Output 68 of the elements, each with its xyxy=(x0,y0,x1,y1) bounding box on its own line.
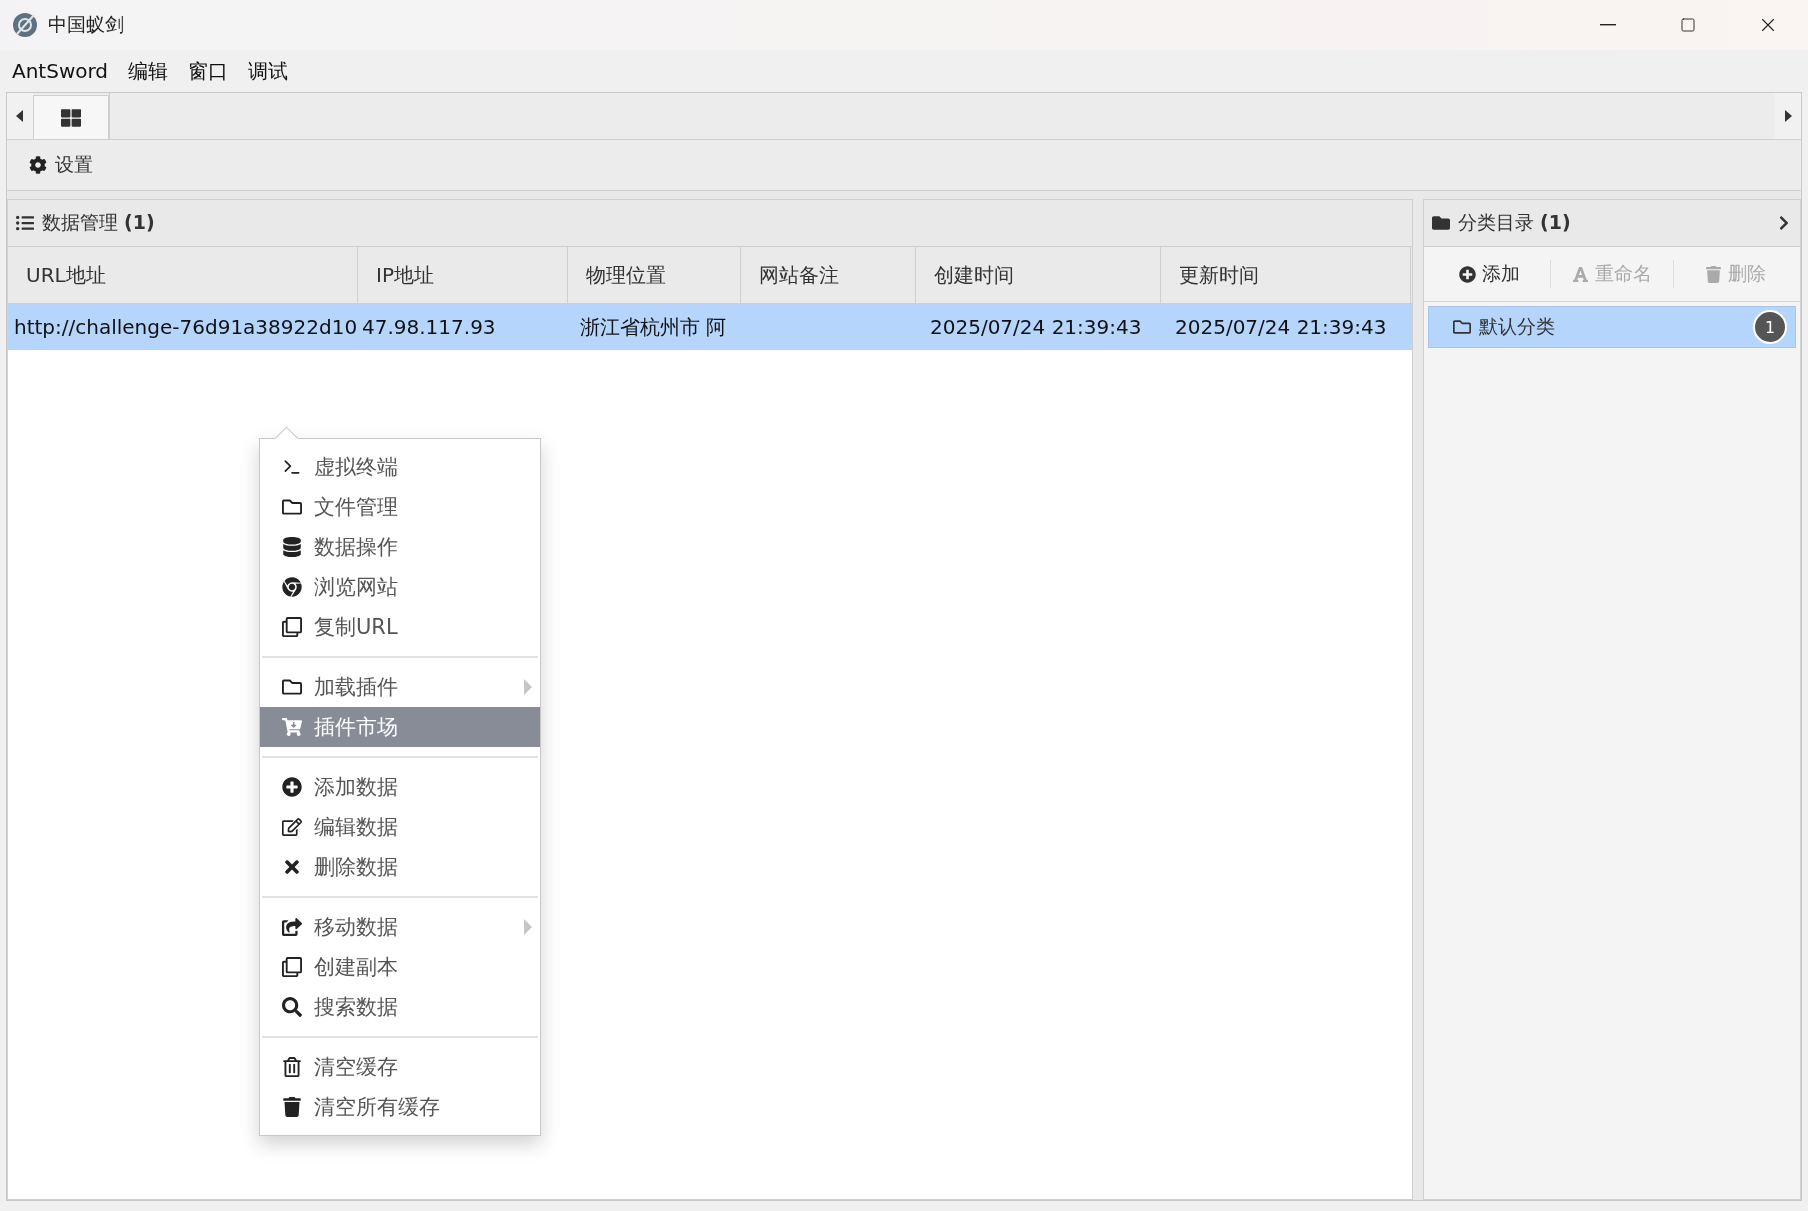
list-icon xyxy=(16,214,34,232)
column-header[interactable]: IP地址 xyxy=(358,247,568,303)
table-cell-text: 2025/07/24 21:39:43 xyxy=(1174,314,1388,341)
table-row[interactable]: http://challenge-76d91a38922d10 47.98.117.93 浙江省杭州市 阿 2025/07/24 21:39:43 2025/07/24 21:39:43 xyxy=(8,304,1412,350)
menu-item[interactable]: 窗口 xyxy=(180,53,237,89)
context-menu-item[interactable]: 清空缓存 xyxy=(260,1047,540,1087)
menu-item-icon xyxy=(282,1097,302,1117)
menu-item-icon xyxy=(282,537,302,557)
minimize-icon xyxy=(1600,24,1616,26)
settings-icon xyxy=(29,156,47,174)
context-menu-item[interactable]: 复制URL xyxy=(260,607,540,647)
scroll-right-button[interactable] xyxy=(1775,93,1801,139)
context-menu-item[interactable]: 文件管理 xyxy=(260,487,540,527)
table-cell-text: 2025/07/24 21:39:43 xyxy=(929,314,1143,341)
left-triangle-icon xyxy=(16,110,24,122)
menu-item-icon xyxy=(282,677,302,697)
category-button[interactable]: 添加 xyxy=(1428,260,1551,288)
menu-item-icon xyxy=(282,777,302,797)
menu-item[interactable]: AntSword xyxy=(4,55,117,87)
count-badge: 1 xyxy=(1753,310,1787,344)
panel-title: 分类目录 (1) xyxy=(1458,210,1572,235)
category-item[interactable]: 默认分类 1 xyxy=(1428,306,1796,348)
folder-icon xyxy=(1453,318,1471,336)
table-cell-text: 47.98.117.93 xyxy=(361,314,497,341)
folder-icon xyxy=(1432,214,1450,232)
menu-item-icon xyxy=(282,717,302,737)
context-menu-item[interactable]: 创建副本 xyxy=(260,947,540,987)
menu-item-icon xyxy=(282,917,302,937)
context-menu-item[interactable]: 添加数据 xyxy=(260,767,540,807)
column-header[interactable]: 创建时间 xyxy=(916,247,1161,303)
menu-item-icon xyxy=(282,857,302,877)
context-menu-item[interactable]: 删除数据 xyxy=(260,847,540,887)
table-cell-text: 浙江省杭州市 阿 xyxy=(579,313,728,341)
menu-item[interactable]: 编辑 xyxy=(120,53,177,89)
table-cell-text: http://challenge-76d91a38922d10 xyxy=(13,314,358,341)
settings-button[interactable]: 设置 xyxy=(25,148,97,182)
right-triangle-icon xyxy=(1784,110,1792,122)
menu-item-icon xyxy=(282,497,302,517)
trash-icon xyxy=(1704,265,1722,283)
grid-tab[interactable] xyxy=(33,95,109,139)
menu-item-icon xyxy=(282,997,302,1017)
menu-item-icon xyxy=(282,1057,302,1077)
category-label: 默认分类 xyxy=(1479,314,1556,339)
app-logo-icon xyxy=(12,12,38,38)
scroll-left-button[interactable] xyxy=(7,93,33,139)
context-menu-item[interactable]: 加载插件 xyxy=(260,667,540,707)
window-title: 中国蚁剑 xyxy=(48,12,125,37)
context-menu-item[interactable]: 清空所有缓存 xyxy=(260,1087,540,1127)
context-menu-item[interactable]: 数据操作 xyxy=(260,527,540,567)
panel-title: 数据管理 (1) xyxy=(42,210,156,235)
column-header[interactable]: 物理位置 xyxy=(568,247,741,303)
menu-item[interactable]: 调试 xyxy=(240,53,297,89)
menu-item-icon xyxy=(282,817,302,837)
column-header[interactable]: URL地址 xyxy=(8,247,358,303)
letter-icon xyxy=(1572,265,1589,283)
column-header[interactable]: 更新时间 xyxy=(1161,247,1411,303)
menu-item-icon xyxy=(282,577,302,597)
menu-item-icon xyxy=(282,617,302,637)
menu-item-icon xyxy=(282,457,302,477)
context-menu-item[interactable]: 移动数据 xyxy=(260,907,540,947)
context-menu-item[interactable]: 虚拟终端 xyxy=(260,447,540,487)
context-menu-item[interactable]: 搜索数据 xyxy=(260,987,540,1027)
column-header[interactable]: 网站备注 xyxy=(741,247,916,303)
context-menu-item[interactable]: 编辑数据 xyxy=(260,807,540,847)
context-menu-item[interactable]: 浏览网站 xyxy=(260,567,540,607)
maximize-icon xyxy=(1680,17,1696,33)
menu-item-icon xyxy=(282,957,302,977)
grid-icon xyxy=(61,107,81,128)
